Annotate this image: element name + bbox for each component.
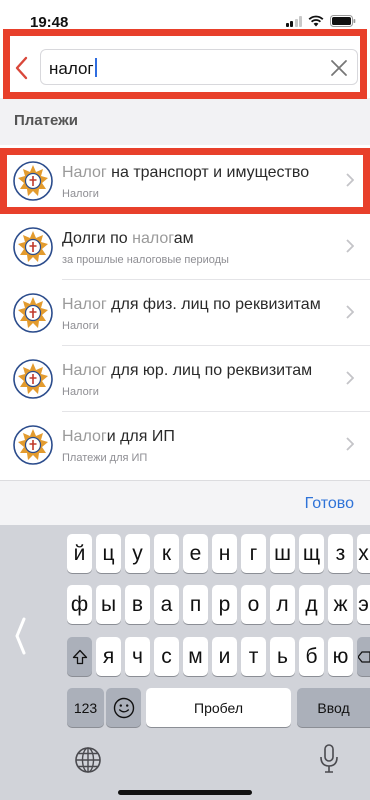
item-subtitle: Налоги [62, 386, 99, 398]
key[interactable]: у [125, 534, 150, 573]
chevron-right-icon [346, 305, 354, 319]
key[interactable]: е [183, 534, 208, 573]
key[interactable]: и [212, 637, 237, 676]
emoji-icon [113, 697, 134, 718]
signal-icon [285, 15, 302, 27]
key[interactable]: г [241, 534, 266, 573]
item-title-match: Налог [62, 296, 107, 313]
key[interactable]: а [154, 585, 179, 624]
key[interactable]: л [270, 585, 295, 624]
key[interactable]: щ [299, 534, 324, 573]
done-button[interactable]: Готово [305, 495, 354, 513]
home-indicator [118, 790, 252, 795]
key[interactable]: т [241, 637, 266, 676]
item-subtitle: за прошлые налоговые периоды [62, 254, 229, 266]
keyboard: й ц у к е н г ш щ з х ф ы в а п р о л д … [0, 525, 370, 800]
enter-key[interactable]: Ввод [297, 688, 370, 727]
microphone-icon[interactable] [318, 743, 340, 775]
emblem-icon [13, 359, 53, 399]
shift-icon [72, 649, 87, 664]
annotation-frame-search [3, 29, 367, 99]
key[interactable]: х [357, 534, 370, 573]
chevron-right-icon [346, 239, 354, 253]
chevron-right-icon [346, 437, 354, 451]
key[interactable]: р [212, 585, 237, 624]
key[interactable]: м [183, 637, 208, 676]
key[interactable]: ы [96, 585, 121, 624]
item-title: Налог для физ. лиц по реквизитам [62, 296, 321, 314]
key[interactable]: ц [96, 534, 121, 573]
status-icons [285, 15, 357, 27]
item-title-rest: для юр. лиц по реквизитам [106, 362, 313, 379]
emblem-icon [13, 425, 53, 465]
key[interactable]: о [241, 585, 266, 624]
section-title: Платежи [14, 112, 78, 129]
key[interactable]: к [154, 534, 179, 573]
list-item[interactable]: Налог для физ. лиц по реквизитам Налоги [0, 280, 370, 346]
item-title-match: Налог [62, 428, 107, 445]
chevron-right-icon [346, 371, 354, 385]
battery-icon [330, 15, 356, 27]
key[interactable]: ч [125, 637, 150, 676]
annotation-frame-item [0, 148, 370, 214]
key[interactable]: й [67, 534, 92, 573]
item-title: Налог для юр. лиц по реквизитам [62, 362, 312, 380]
chevron-left-icon[interactable] [12, 617, 28, 655]
shift-key[interactable] [67, 637, 92, 676]
item-title-rest: и для ИП [106, 428, 175, 445]
item-title-match: Налог [62, 362, 107, 379]
key[interactable]: п [183, 585, 208, 624]
key[interactable]: ш [270, 534, 295, 573]
keyboard-toolbar: Готово [0, 480, 370, 525]
key[interactable]: б [299, 637, 324, 676]
wifi-icon [308, 15, 324, 27]
key[interactable]: в [125, 585, 150, 624]
emoji-key[interactable] [106, 688, 141, 727]
numbers-key[interactable]: 123 [67, 688, 104, 727]
item-title: Налоги для ИП [62, 428, 175, 446]
key[interactable]: ю [328, 637, 353, 676]
item-title-rest: ам [173, 230, 194, 247]
item-title-start: Долги по [62, 230, 133, 247]
item-title: Долги по налогам [62, 230, 194, 248]
emblem-icon [13, 227, 53, 267]
item-title-rest: для физ. лиц по реквизитам [106, 296, 321, 313]
list-item[interactable]: Налоги для ИП Платежи для ИП [0, 412, 370, 478]
emblem-icon [13, 293, 53, 333]
key[interactable]: д [299, 585, 324, 624]
key[interactable]: э [357, 585, 370, 624]
key[interactable]: з [328, 534, 353, 573]
globe-icon[interactable] [74, 746, 102, 774]
list-item[interactable]: Долги по налогам за прошлые налоговые пе… [0, 214, 370, 280]
key[interactable]: ж [328, 585, 353, 624]
item-subtitle: Платежи для ИП [62, 452, 148, 464]
backspace-icon [357, 650, 370, 663]
key[interactable]: ф [67, 585, 92, 624]
backspace-key[interactable] [357, 637, 370, 676]
key[interactable]: н [212, 534, 237, 573]
item-subtitle: Налоги [62, 320, 99, 332]
key[interactable]: я [96, 637, 121, 676]
key[interactable]: с [154, 637, 179, 676]
item-title-match: налог [132, 230, 174, 247]
list-item[interactable]: Налог для юр. лиц по реквизитам Налоги [0, 346, 370, 412]
space-key[interactable]: Пробел [146, 688, 291, 727]
key[interactable]: ь [270, 637, 295, 676]
